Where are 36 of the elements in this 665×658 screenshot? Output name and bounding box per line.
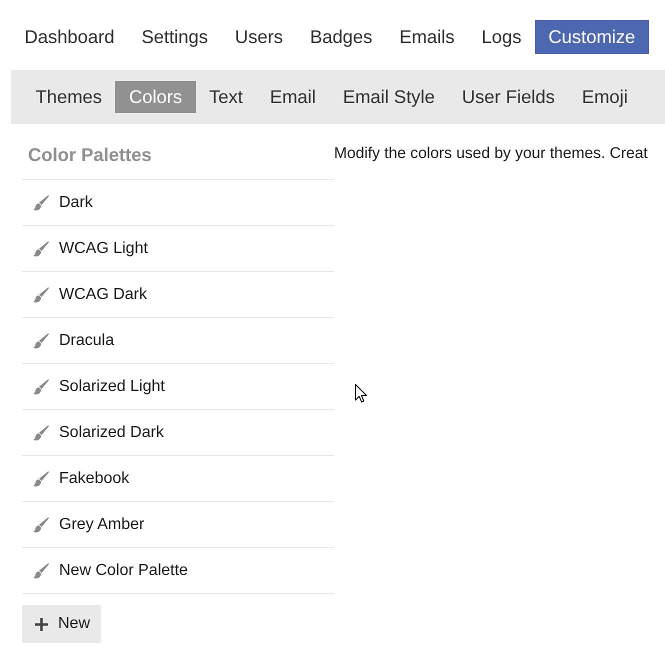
subnav-tab[interactable]: Themes — [22, 81, 116, 113]
palette-list-item[interactable]: Dracula — [22, 318, 334, 364]
mouse-pointer-icon — [355, 384, 367, 403]
nav-tab[interactable]: Badges — [296, 20, 386, 54]
paintbrush-icon — [33, 286, 49, 302]
palette-list-item[interactable]: Dark — [22, 180, 334, 226]
nav-tab[interactable]: Customize — [534, 20, 649, 54]
paintbrush-icon — [33, 562, 49, 578]
new-button[interactable]: New — [22, 605, 102, 643]
paintbrush-icon — [33, 378, 49, 394]
nav-tab[interactable]: Dashboard — [11, 20, 128, 54]
paintbrush-icon — [33, 240, 49, 256]
paintbrush-icon — [33, 194, 49, 210]
paintbrush-icon — [33, 424, 49, 440]
nav-tab[interactable]: Logs — [468, 20, 535, 54]
paintbrush-icon — [33, 516, 49, 532]
palette-list-item[interactable]: Solarized Light — [22, 364, 334, 410]
palette-list-item[interactable]: Solarized Dark — [22, 410, 334, 456]
sidebar-heading: Color Palettes — [22, 124, 334, 180]
palette-list-item[interactable]: New Color Palette — [22, 548, 334, 594]
description-text: Modify the colors used by your themes. Creat — [334, 144, 649, 164]
palette-list-item[interactable]: Fakebook — [22, 456, 334, 502]
subnav-tab[interactable]: Email — [256, 81, 330, 113]
paintbrush-icon — [33, 470, 49, 486]
nav-tab[interactable]: Users — [221, 20, 296, 54]
plus-icon — [35, 618, 48, 630]
subnav-tab[interactable]: User Fields — [448, 81, 568, 113]
palette-list-item[interactable]: Grey Amber — [22, 502, 334, 548]
palette-list-item[interactable]: WCAG Dark — [22, 272, 334, 318]
nav-tab[interactable]: Emails — [386, 20, 468, 54]
nav-tab[interactable]: Settings — [128, 20, 222, 54]
subnav-tab[interactable]: Emoji — [568, 81, 642, 113]
palette-list-item[interactable]: WCAG Light — [22, 226, 334, 272]
paintbrush-icon — [33, 332, 49, 348]
subnav-tab[interactable]: Text — [196, 81, 256, 113]
subnav-tab[interactable]: Email Style — [329, 81, 448, 113]
